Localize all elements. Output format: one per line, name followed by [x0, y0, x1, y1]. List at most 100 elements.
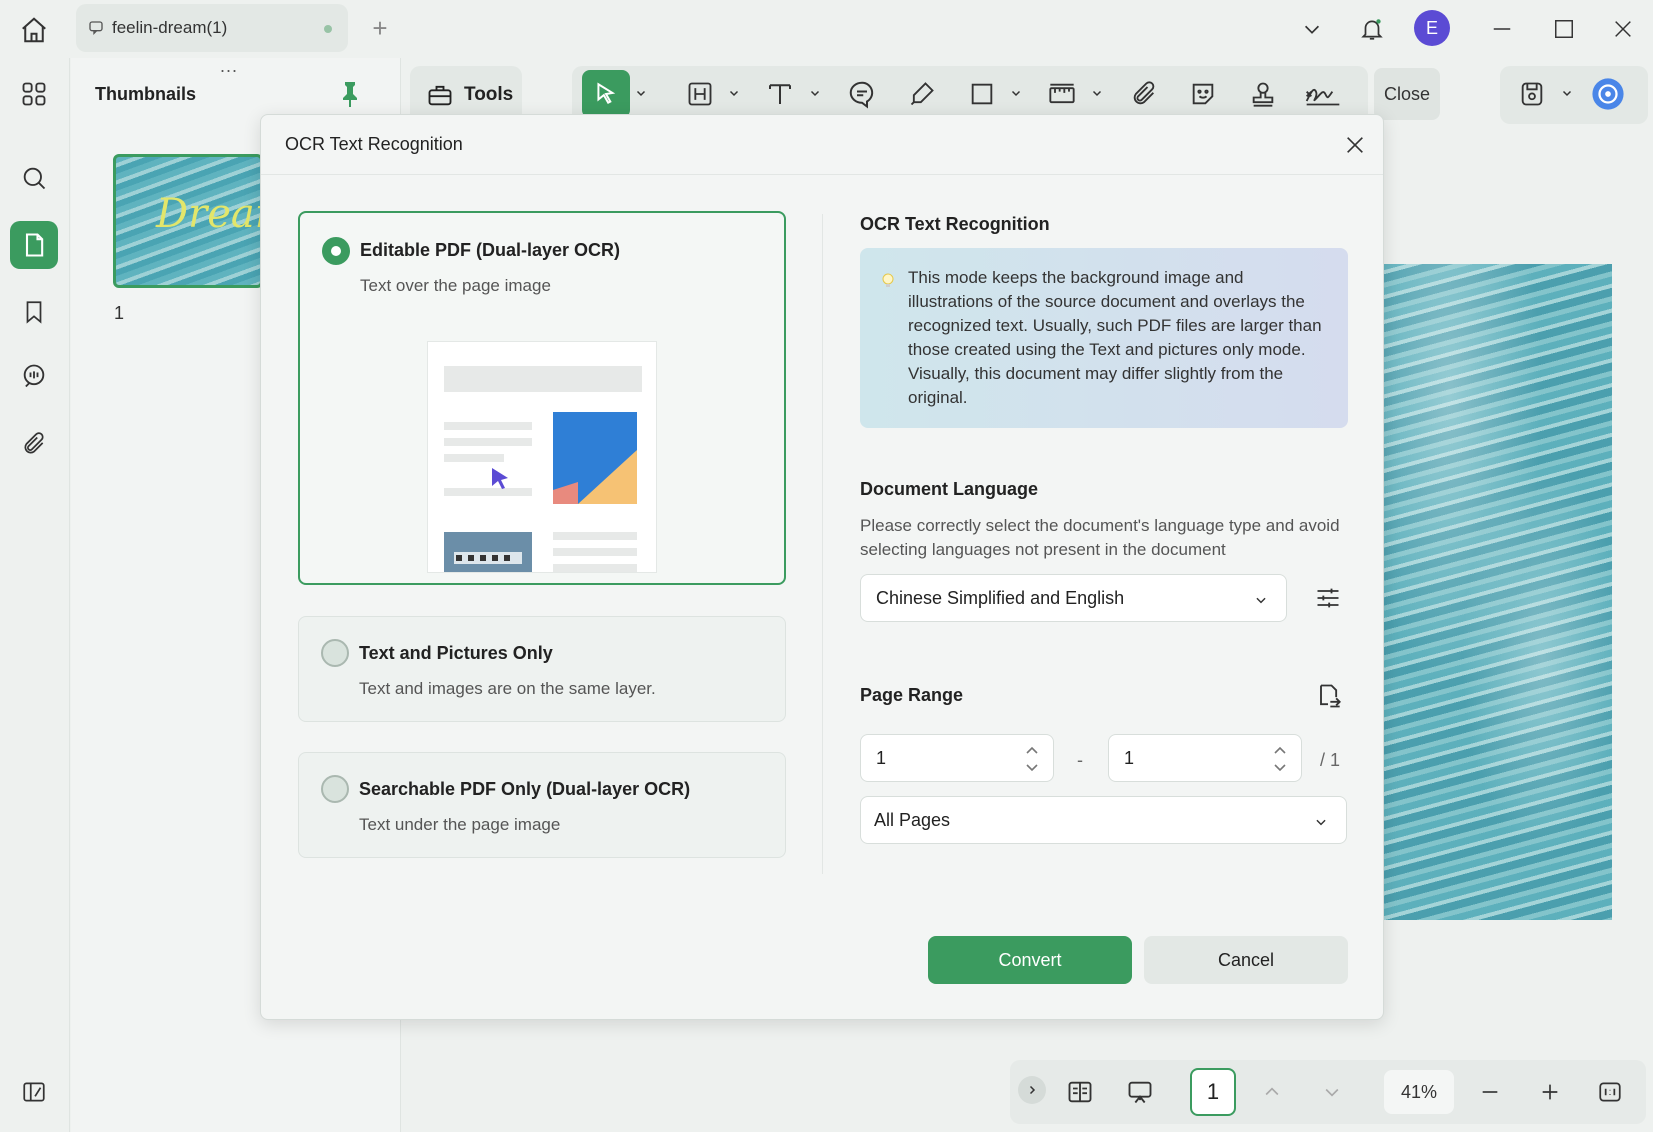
page-range-title: Page Range: [860, 685, 964, 705]
home-icon[interactable]: [14, 10, 54, 50]
mode-info-text: This mode keeps the background image and…: [908, 268, 1322, 407]
range-to-input[interactable]: 1: [1108, 734, 1302, 782]
range-from-input[interactable]: 1: [860, 734, 1054, 782]
range-from-value: 1: [876, 747, 887, 768]
chevron-down-icon[interactable]: [1294, 12, 1330, 46]
heading-icon[interactable]: [680, 74, 720, 114]
dialog-title: OCR Text Recognition: [285, 134, 463, 154]
thumbnails-page-icon[interactable]: [10, 221, 58, 269]
zoom-level[interactable]: 41%: [1384, 1070, 1454, 1114]
previous-page-icon[interactable]: [1252, 1072, 1292, 1112]
highlighter-icon[interactable]: [902, 74, 942, 114]
chevron-down-icon[interactable]: [727, 86, 741, 100]
language-description: Please correctly select the document's l…: [860, 516, 1340, 559]
chevron-down-icon[interactable]: [808, 86, 822, 100]
tab-title: feelin-dream(1): [112, 18, 228, 37]
language-section-title: Document Language: [860, 479, 1039, 499]
pages-selected-value: All Pages: [874, 809, 951, 830]
chevron-down-icon[interactable]: [1560, 86, 1574, 100]
save-icon[interactable]: [1512, 74, 1552, 114]
convert-button[interactable]: Convert: [928, 936, 1132, 984]
bell-icon[interactable]: [1354, 12, 1390, 46]
radio-searchable-pdf[interactable]: [321, 775, 349, 803]
close-tools-button[interactable]: Close: [1374, 68, 1440, 120]
text-tool-icon[interactable]: [760, 74, 800, 114]
option-searchable-pdf[interactable]: Searchable PDF Only (Dual-layer OCR) Tex…: [298, 752, 786, 858]
sticker-icon[interactable]: [1183, 74, 1223, 114]
page-thumbnail[interactable]: Dream: [113, 154, 263, 288]
language-select[interactable]: Chinese Simplified and English: [860, 574, 1287, 622]
cancel-button[interactable]: Cancel: [1144, 936, 1348, 984]
current-page-input[interactable]: 1: [1190, 1068, 1236, 1116]
pages-select[interactable]: All Pages: [860, 796, 1347, 844]
ai-assistant-icon[interactable]: [1588, 74, 1628, 114]
next-page-icon[interactable]: [1312, 1072, 1352, 1112]
apps-grid-icon[interactable]: [10, 70, 58, 118]
document-tab[interactable]: feelin-dream(1): [76, 4, 348, 52]
dialog-column-divider: [822, 214, 823, 874]
signature-icon[interactable]: [1303, 74, 1343, 114]
comment-bubble-icon[interactable]: [842, 74, 882, 114]
actual-size-icon[interactable]: [1590, 1072, 1630, 1112]
sidebar-toggle-icon[interactable]: [14, 1072, 54, 1112]
ocr-mode-illustration: [427, 341, 657, 573]
saved-status-dot: [324, 25, 332, 33]
chevron-right-icon[interactable]: [1018, 1076, 1046, 1104]
chevron-down-icon[interactable]: [634, 86, 648, 100]
comment-icon: [88, 20, 104, 36]
option-title: Searchable PDF Only (Dual-layer OCR): [359, 779, 691, 799]
window-close-icon[interactable]: [1605, 12, 1641, 46]
option-subtitle: Text over the page image: [360, 276, 551, 295]
language-selected-value: Chinese Simplified and English: [876, 587, 1125, 608]
user-avatar[interactable]: E: [1414, 10, 1450, 46]
chevron-down-icon: [1254, 593, 1268, 607]
maximize-icon[interactable]: [1546, 12, 1582, 46]
pin-icon[interactable]: [338, 80, 362, 108]
toolbox-icon: [426, 81, 454, 109]
new-tab-plus-icon[interactable]: +: [366, 13, 394, 43]
stepper-icon[interactable]: [1273, 743, 1287, 775]
minimize-icon[interactable]: [1484, 12, 1520, 46]
ocr-section-title: OCR Text Recognition: [860, 214, 1050, 234]
zoom-out-icon[interactable]: [1470, 1072, 1510, 1112]
close-icon[interactable]: [1340, 130, 1370, 160]
search-icon[interactable]: [10, 154, 58, 202]
dialog-divider: [261, 174, 1383, 175]
presentation-icon[interactable]: [1120, 1072, 1160, 1112]
page-range-swap-icon[interactable]: [1310, 678, 1346, 714]
paperclip-icon[interactable]: [1124, 74, 1164, 114]
option-title: Editable PDF (Dual-layer OCR): [360, 240, 621, 260]
thumbnail-script-text: Dream: [156, 191, 260, 237]
chevron-down-icon[interactable]: [1009, 86, 1023, 100]
document-page-image: [1380, 264, 1612, 920]
left-rail: [0, 58, 70, 1132]
stepper-icon[interactable]: [1025, 743, 1039, 775]
option-title: Text and Pictures Only: [359, 643, 553, 663]
select-cursor-icon[interactable]: [582, 70, 630, 118]
tools-label: Tools: [464, 84, 514, 105]
radio-editable-pdf[interactable]: [322, 237, 350, 265]
rectangle-shape-icon[interactable]: [962, 74, 1002, 114]
lightbulb-icon: [880, 272, 896, 290]
comments-icon[interactable]: [10, 352, 58, 400]
option-subtitle: Text and images are on the same layer.: [359, 679, 656, 698]
range-separator: -: [1077, 750, 1083, 770]
range-to-value: 1: [1124, 747, 1135, 768]
chevron-down-icon[interactable]: [1090, 86, 1104, 100]
attachment-icon[interactable]: [10, 420, 58, 468]
radio-text-and-pictures[interactable]: [321, 639, 349, 667]
chevron-down-icon: [1314, 815, 1328, 829]
panel-drag-handle[interactable]: ...: [220, 56, 238, 77]
range-total-pages: / 1: [1320, 750, 1341, 770]
measure-ruler-icon[interactable]: [1042, 74, 1082, 114]
mode-info-box: This mode keeps the background image and…: [860, 248, 1348, 428]
language-settings-icon[interactable]: [1310, 580, 1346, 616]
reading-mode-icon[interactable]: [1060, 1072, 1100, 1112]
stamp-icon[interactable]: [1243, 74, 1283, 114]
option-subtitle: Text under the page image: [359, 815, 561, 834]
bookmark-icon[interactable]: [10, 288, 58, 336]
option-text-and-pictures[interactable]: Text and Pictures Only Text and images a…: [298, 616, 786, 722]
thumbnails-title: Thumbnails: [95, 84, 197, 104]
thumbnail-page-number: 1: [114, 303, 125, 323]
zoom-in-icon[interactable]: [1530, 1072, 1570, 1112]
